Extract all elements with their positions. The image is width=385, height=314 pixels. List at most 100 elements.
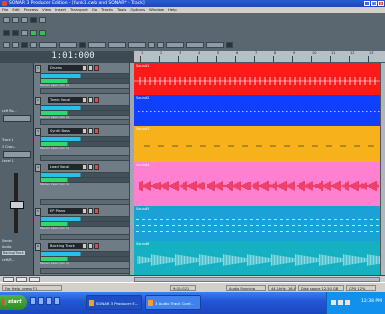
track-name[interactable]: EP Piano <box>48 208 82 214</box>
inspector-input-button[interactable] <box>3 115 31 122</box>
record-arm-button[interactable] <box>94 164 99 170</box>
mute-button[interactable] <box>82 128 87 134</box>
clips-vertical-scrollbar[interactable] <box>380 63 385 275</box>
solo-button[interactable] <box>88 65 93 71</box>
track-output-field[interactable] <box>40 155 130 161</box>
minimize-button[interactable]: _ <box>364 1 370 6</box>
record-button[interactable] <box>30 29 37 36</box>
track-output-field[interactable] <box>40 268 130 274</box>
taskbar-item-sonar[interactable]: SONAR 3 Producer E... <box>86 295 142 310</box>
track-input[interactable]: Stereo Input (Lin 1) <box>40 226 69 230</box>
mute-button[interactable] <box>82 97 87 103</box>
audio-clip[interactable]: Sound5 <box>134 206 380 242</box>
track-header[interactable]: 2 Tamb Vocal Stereo Input (Lin 1) <box>34 95 134 127</box>
piano-roll-button[interactable] <box>157 42 164 48</box>
track-input[interactable]: Stereo Input (Lin 1) <box>40 146 69 150</box>
save-file-button[interactable] <box>21 16 28 23</box>
track-output-field[interactable] <box>40 119 130 125</box>
views-button[interactable] <box>128 42 146 48</box>
solo-button[interactable] <box>88 128 93 134</box>
track-name[interactable]: Tamb Vocal <box>48 97 82 103</box>
track-output-field[interactable] <box>40 199 130 205</box>
record-arm-button[interactable] <box>94 65 99 71</box>
track-number: 2 <box>35 97 41 105</box>
marker-button[interactable] <box>59 42 77 48</box>
sync-button[interactable] <box>88 42 106 48</box>
track-number: 4 <box>35 164 41 172</box>
media-quicklaunch-icon[interactable] <box>46 297 52 305</box>
track-output-field[interactable] <box>40 234 130 240</box>
audio-clip[interactable]: Sound1 <box>134 63 380 96</box>
loop-toolbar-button[interactable] <box>79 42 86 48</box>
ruler-label: 4 <box>198 51 201 55</box>
inspector-channel-button[interactable] <box>3 151 31 158</box>
snap-button[interactable] <box>39 42 57 48</box>
audio-clip[interactable]: Sound3 <box>134 126 380 163</box>
play-button[interactable] <box>21 29 28 36</box>
maximize-button[interactable]: □ <box>371 1 377 6</box>
mute-button[interactable] <box>82 208 87 214</box>
close-button[interactable]: × <box>378 1 384 6</box>
sonar-app-icon <box>2 1 7 6</box>
audio-clip[interactable]: Sound6 <box>134 241 380 276</box>
loop-button[interactable] <box>39 29 46 36</box>
network-tray-icon[interactable] <box>338 300 343 305</box>
record-arm-button[interactable] <box>94 243 99 249</box>
zoom-tool-button[interactable] <box>30 42 37 48</box>
inspector-volume-fader[interactable] <box>10 201 24 209</box>
copy-button[interactable] <box>39 16 46 23</box>
record-arm-button[interactable] <box>94 97 99 103</box>
ie-quicklaunch-icon[interactable] <box>30 297 36 305</box>
track-header[interactable]: 1 Drums Stereo Input (Lin 1) <box>34 63 134 96</box>
inspector-track-name[interactable]: BackupTrack <box>2 251 25 255</box>
track-input[interactable]: Stereo Input (Lin 1) <box>40 182 69 186</box>
mute-button[interactable] <box>82 65 87 71</box>
track-name[interactable]: Lead Vocal <box>48 164 82 170</box>
track-header[interactable]: 4 Lead Vocal Stereo Input (Lin 1) <box>34 162 134 207</box>
stop-button[interactable] <box>12 29 19 36</box>
track-view-button[interactable] <box>186 42 204 48</box>
track-header[interactable]: 6 Backing Track Stereo Input (Lin 1) <box>34 241 134 276</box>
record-arm-button[interactable] <box>94 128 99 134</box>
cut-button[interactable] <box>30 16 37 23</box>
metronome-button[interactable] <box>226 42 233 48</box>
desktop-quicklaunch-icon[interactable] <box>54 297 60 305</box>
track-pane: 1 Drums Stereo Input (Lin 1) 2 Tamb Vocal Ste… <box>34 63 134 276</box>
volume-tray-icon[interactable] <box>331 300 336 305</box>
console-view-button[interactable] <box>148 42 155 48</box>
track-header[interactable]: 5 EP Piano Stereo Input (Lin 1) <box>34 206 134 242</box>
select-tool-button[interactable] <box>3 42 10 48</box>
rewind-button[interactable] <box>3 29 10 36</box>
solo-button[interactable] <box>88 97 93 103</box>
effects-button[interactable] <box>166 42 184 48</box>
new-file-button[interactable] <box>3 16 10 23</box>
mute-button[interactable] <box>82 164 87 170</box>
track-header[interactable]: 3 Synth Bass Stereo Input (Lin 1) <box>34 126 134 163</box>
track-name[interactable]: Drums <box>48 65 82 71</box>
solo-button[interactable] <box>88 208 93 214</box>
track-name[interactable]: Synth Bass <box>48 128 82 134</box>
track-input[interactable]: Stereo Input (Lin 1) <box>40 83 69 87</box>
audio-clip[interactable]: Sound2 <box>134 95 380 127</box>
taskbar-item-audio-conf[interactable]: 3 Audio Track Conf... <box>145 295 201 310</box>
audio-clip[interactable]: Sound4 <box>134 162 380 207</box>
track-number: 3 <box>35 128 41 136</box>
solo-button[interactable] <box>88 164 93 170</box>
now-time-display[interactable]: 1:01:000 <box>34 51 112 62</box>
track-input[interactable]: Stereo Input (Lin 1) <box>40 261 69 265</box>
record-arm-button[interactable] <box>94 208 99 214</box>
track-name[interactable]: Backing Track <box>48 243 82 249</box>
explorer-quicklaunch-icon[interactable] <box>38 297 44 305</box>
mute-button[interactable] <box>82 243 87 249</box>
security-tray-icon[interactable] <box>345 300 350 305</box>
clip-name: Sound1 <box>136 64 150 68</box>
timeline-ruler[interactable]: 1 2 3 4 5 6 7 8 9 10 11 12 13 <box>134 51 385 63</box>
loop-explorer-button[interactable] <box>206 42 224 48</box>
track-output-field[interactable] <box>40 88 130 94</box>
start-button[interactable]: start <box>0 295 27 310</box>
audio-engine-button[interactable] <box>108 42 126 48</box>
draw-tool-button[interactable] <box>12 42 19 48</box>
solo-button[interactable] <box>88 243 93 249</box>
erase-tool-button[interactable] <box>21 42 28 48</box>
open-file-button[interactable] <box>12 16 19 23</box>
